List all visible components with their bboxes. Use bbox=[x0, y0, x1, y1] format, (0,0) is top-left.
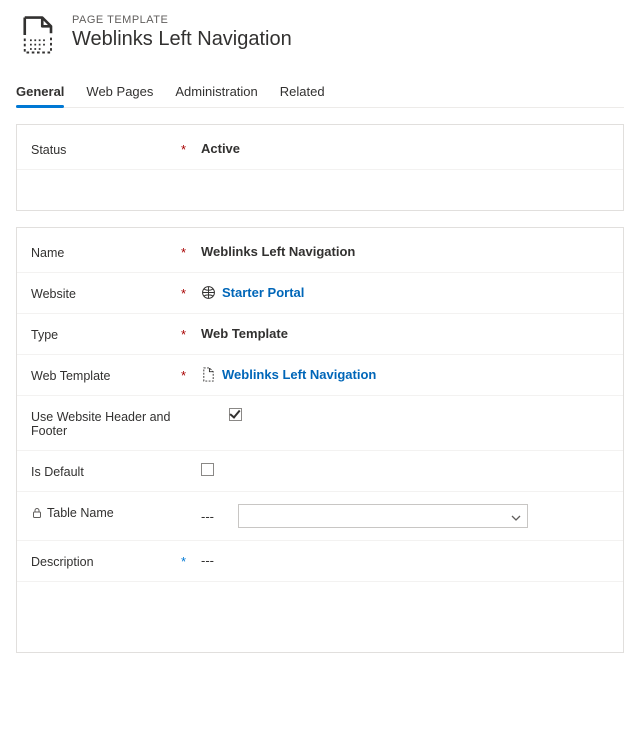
required-marker: * bbox=[181, 367, 201, 382]
tab-web-pages[interactable]: Web Pages bbox=[86, 78, 153, 107]
website-link[interactable]: Starter Portal bbox=[222, 285, 304, 300]
entity-type-label: PAGE TEMPLATE bbox=[72, 14, 292, 26]
globe-icon bbox=[201, 285, 216, 300]
name-field[interactable]: Weblinks Left Navigation bbox=[201, 244, 609, 259]
required-marker: * bbox=[181, 141, 201, 156]
use-header-footer-label: Use Website Header and Footer bbox=[31, 408, 181, 438]
table-name-label: Table Name bbox=[31, 504, 181, 520]
record-header: PAGE TEMPLATE Weblinks Left Navigation bbox=[16, 14, 624, 56]
web-template-label: Web Template bbox=[31, 367, 181, 383]
tab-general[interactable]: General bbox=[16, 78, 64, 107]
description-field[interactable]: --- bbox=[201, 553, 609, 568]
tab-related[interactable]: Related bbox=[280, 78, 325, 107]
table-name-value: --- bbox=[201, 509, 214, 524]
page-icon bbox=[201, 367, 216, 382]
status-panel: Status * Active bbox=[16, 124, 624, 211]
name-label: Name bbox=[31, 244, 181, 260]
website-label: Website bbox=[31, 285, 181, 301]
recommended-marker: * bbox=[181, 553, 201, 568]
form-tabs: General Web Pages Administration Related bbox=[16, 78, 624, 108]
status-value[interactable]: Active bbox=[201, 141, 609, 156]
tab-administration[interactable]: Administration bbox=[175, 78, 257, 107]
table-name-dropdown[interactable] bbox=[238, 504, 528, 528]
web-template-link[interactable]: Weblinks Left Navigation bbox=[222, 367, 376, 382]
page-template-entity-icon bbox=[16, 14, 58, 56]
type-label: Type bbox=[31, 326, 181, 342]
status-label: Status bbox=[31, 141, 181, 157]
type-field[interactable]: Web Template bbox=[201, 326, 609, 341]
lock-icon bbox=[31, 507, 43, 519]
record-title: Weblinks Left Navigation bbox=[72, 28, 292, 51]
required-marker: * bbox=[181, 326, 201, 341]
chevron-down-icon bbox=[511, 511, 521, 521]
description-label: Description bbox=[31, 553, 181, 569]
use-header-footer-checkbox[interactable] bbox=[229, 408, 242, 421]
web-template-field[interactable]: Weblinks Left Navigation bbox=[201, 367, 609, 382]
required-marker: * bbox=[181, 285, 201, 300]
is-default-checkbox[interactable] bbox=[201, 463, 214, 476]
is-default-label: Is Default bbox=[31, 463, 181, 479]
general-panel: Name * Weblinks Left Navigation Website … bbox=[16, 227, 624, 653]
website-field[interactable]: Starter Portal bbox=[201, 285, 609, 300]
required-marker: * bbox=[181, 244, 201, 259]
